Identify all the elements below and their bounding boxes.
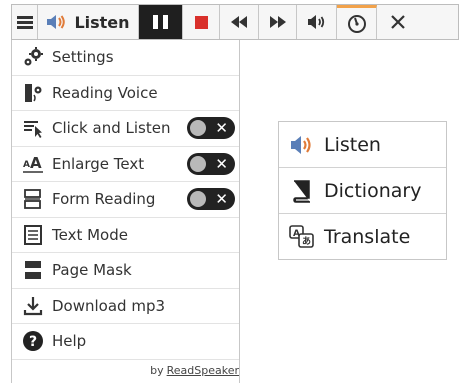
listen-label: Listen — [74, 12, 130, 32]
svg-text:あ: あ — [302, 236, 311, 247]
pause-icon — [153, 15, 168, 29]
translate-icon: A あ — [289, 224, 315, 250]
volume-icon — [307, 15, 324, 29]
popup-item-dictionary[interactable]: Dictionary — [279, 168, 446, 214]
menu-item-enlarge-text[interactable]: A A Enlarge Text ✕ — [12, 147, 239, 182]
menu-item-help[interactable]: ? Help — [12, 324, 239, 360]
svg-text:A: A — [30, 154, 42, 172]
text-mode-icon — [22, 224, 44, 246]
book-icon — [289, 178, 315, 204]
toggle-off-icon: ✕ — [215, 190, 228, 209]
stop-button[interactable] — [183, 5, 220, 39]
readspeaker-link[interactable]: ReadSpeaker — [167, 364, 239, 377]
pause-button[interactable] — [139, 5, 183, 39]
listen-button[interactable]: Listen — [38, 5, 139, 39]
form-reading-toggle[interactable]: ✕ — [187, 188, 235, 211]
toggle-knob — [190, 191, 206, 208]
toggle-off-icon: ✕ — [215, 154, 228, 173]
menu-item-text-mode[interactable]: Text Mode — [12, 218, 239, 253]
close-button[interactable] — [377, 5, 418, 39]
stop-icon — [194, 15, 208, 29]
menu-item-page-mask[interactable]: Page Mask — [12, 253, 239, 289]
toggle-knob — [190, 155, 206, 172]
toggle-off-icon: ✕ — [215, 119, 228, 138]
svg-text:?: ? — [29, 334, 37, 350]
speaker-icon — [289, 132, 315, 158]
menu-item-download-mp3[interactable]: Download mp3 — [12, 289, 239, 324]
close-icon — [390, 15, 405, 29]
speed-button[interactable] — [337, 5, 377, 39]
download-icon — [22, 295, 44, 317]
enlarge-text-toggle[interactable]: ✕ — [187, 152, 235, 175]
enlarge-text-icon: A A — [22, 153, 44, 175]
settings-menu: Settings Reading Voice Click and Listen … — [11, 40, 240, 383]
voice-icon — [22, 82, 44, 104]
form-reading-icon — [22, 188, 44, 210]
rewind-icon — [231, 16, 247, 28]
svg-text:A: A — [23, 160, 30, 170]
readspeaker-toolbar: Listen — [11, 4, 459, 40]
powered-by: by ReadSpeaker — [150, 364, 239, 377]
click-and-listen-toggle[interactable]: ✕ — [187, 117, 235, 140]
menu-item-settings[interactable]: Settings — [12, 40, 239, 76]
page-mask-icon — [22, 259, 44, 281]
speaker-icon — [47, 15, 66, 29]
volume-button[interactable] — [297, 5, 337, 39]
selection-popup: Listen Dictionary A あ Translate — [278, 121, 447, 260]
click-listen-icon — [22, 117, 44, 139]
popup-item-listen[interactable]: Listen — [279, 122, 446, 168]
menu-item-click-and-listen[interactable]: Click and Listen ✕ — [12, 111, 239, 147]
menu-item-reading-voice[interactable]: Reading Voice — [12, 76, 239, 111]
rewind-button[interactable] — [220, 5, 259, 39]
toggle-knob — [190, 120, 206, 137]
help-icon: ? — [22, 330, 44, 352]
popup-item-translate[interactable]: A あ Translate — [279, 214, 446, 260]
fast-forward-icon — [269, 16, 286, 28]
hamburger-icon — [16, 15, 33, 29]
speed-gauge-icon — [347, 14, 366, 33]
fast-forward-button[interactable] — [259, 5, 297, 39]
menu-button[interactable] — [12, 5, 38, 39]
menu-item-form-reading[interactable]: Form Reading ✕ — [12, 182, 239, 218]
gears-icon — [22, 46, 44, 68]
